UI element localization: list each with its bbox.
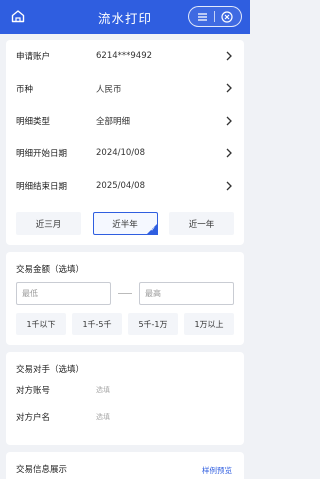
home-icon[interactable] [10, 8, 26, 24]
capsule-divider [214, 11, 215, 22]
statement-options-card: 申请账户 6214***9492 币种 人民币 明细类型 全部明细 明细开始日期… [6, 40, 244, 245]
counterparty-name-row: 对方户名 选填 [6, 404, 244, 429]
section-title: 交易对手（选填） [16, 365, 85, 375]
close-circle-icon[interactable] [221, 10, 233, 23]
row-label: 申请账户 [16, 52, 51, 63]
range-dash [118, 293, 132, 294]
amount-quick-ranges: 1千以下 1千-5千 5千-1万 1万以上 [6, 305, 244, 335]
row-label: 明细结束日期 [16, 181, 68, 192]
row-currency[interactable]: 币种 人民币 [6, 72, 244, 104]
period-button-3-months[interactable]: 近三月 [16, 212, 81, 235]
counterparty-card: 交易对手（选填） 对方账号 选填 对方户名 选填 [6, 352, 244, 445]
mini-program-capsule [188, 6, 242, 27]
menu-icon[interactable] [197, 12, 208, 22]
range-button[interactable]: 1万以上 [184, 313, 234, 335]
row-label: 明细类型 [16, 116, 51, 127]
max-amount-input[interactable]: 最高 [139, 282, 234, 305]
counterparty-account-input[interactable]: 选填 [96, 385, 110, 395]
min-amount-input[interactable]: 最低 [16, 282, 111, 305]
period-button-1-year[interactable]: 近一年 [169, 212, 234, 235]
row-value: 人民币 [96, 84, 122, 95]
row-value: 6214***9492 [96, 51, 153, 62]
amount-range-inputs: 最低 最高 [6, 275, 244, 305]
amount-card: 交易金额（选填） 最低 最高 1千以下 1千-5千 5千-1万 1万以上 [6, 252, 244, 345]
row-detail-type[interactable]: 明细类型 全部明细 [6, 105, 244, 137]
chevron-right-icon [226, 83, 232, 93]
display-card: 交易信息展示 样例预览 [6, 452, 244, 479]
chevron-right-icon [226, 148, 232, 158]
row-value: 全部明细 [96, 116, 131, 127]
row-value: 2024/10/08 [96, 148, 145, 159]
period-button-6-months[interactable]: 近半年 ✓ [92, 212, 158, 235]
row-account[interactable]: 申请账户 6214***9492 [6, 40, 244, 72]
counterparty-account-row: 对方账号 选填 [6, 377, 244, 402]
check-icon: ✓ [150, 226, 156, 233]
nav-header: 流水打印 [0, 0, 250, 34]
range-button[interactable]: 1千-5千 [72, 313, 122, 335]
row-value: 2025/04/08 [96, 180, 145, 191]
row-label: 明细开始日期 [16, 149, 68, 160]
chevron-right-icon [226, 116, 232, 126]
range-button[interactable]: 5千-1万 [128, 313, 178, 335]
period-label: 近半年 [112, 219, 138, 230]
range-button[interactable]: 1千以下 [16, 313, 66, 335]
row-label: 币种 [16, 84, 34, 95]
row-label: 对方账号 [16, 385, 51, 396]
row-label: 对方户名 [16, 412, 51, 423]
page-title: 流水打印 [97, 10, 152, 26]
period-selector: 近三月 近半年 ✓ 近一年 [16, 212, 234, 235]
chevron-right-icon [226, 51, 232, 61]
counterparty-name-input[interactable]: 选填 [96, 412, 110, 422]
row-start-date[interactable]: 明细开始日期 2024/10/08 [6, 137, 244, 169]
chevron-right-icon [226, 181, 232, 191]
section-title: 交易金额（选填） [16, 265, 85, 275]
row-end-date[interactable]: 明细结束日期 2025/04/08 [6, 170, 244, 202]
sample-preview-link[interactable]: 样例预览 [202, 465, 232, 476]
